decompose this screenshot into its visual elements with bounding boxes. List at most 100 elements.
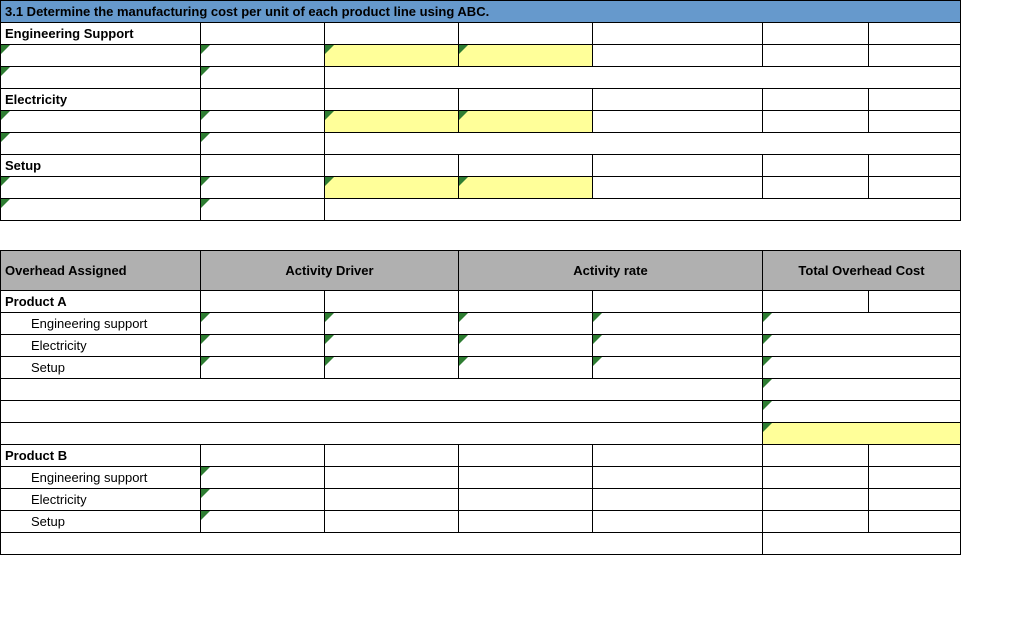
input-marker-icon (201, 199, 210, 208)
setup-r2-c1[interactable] (1, 199, 201, 221)
pa-setup-label: Setup (1, 357, 201, 379)
input-marker-icon (763, 379, 772, 388)
pa-eng-label: Engineering support (1, 313, 201, 335)
pa-setup-c5[interactable] (593, 357, 763, 379)
setup-label: Setup (1, 155, 201, 177)
pa-setup-c4[interactable] (459, 357, 593, 379)
eng-r2-c2[interactable] (201, 67, 325, 89)
pb-setup-c2[interactable] (201, 511, 325, 533)
setup-row2 (1, 199, 961, 221)
product-b-eng: Engineering support (1, 467, 961, 489)
input-marker-icon (325, 177, 334, 186)
pa-elec-c6[interactable] (763, 335, 961, 357)
input-marker-icon (201, 67, 210, 76)
question-title: 3.1 Determine the manufacturing cost per… (1, 1, 961, 23)
pa-eng-c5[interactable] (593, 313, 763, 335)
eng-r2-c1[interactable] (1, 67, 201, 89)
input-marker-icon (459, 335, 468, 344)
input-marker-icon (1, 133, 10, 142)
input-marker-icon (459, 177, 468, 186)
pa-elec-c4[interactable] (459, 335, 593, 357)
pa-blank1 (1, 379, 961, 401)
setup-row1 (1, 177, 961, 199)
hdr-activity-driver: Activity Driver (201, 251, 459, 291)
pa-total-3[interactable] (763, 423, 961, 445)
product-a-label: Product A (1, 291, 201, 313)
electricity-label: Electricity (1, 89, 201, 111)
elec-r1-c3[interactable] (325, 111, 459, 133)
setup-r1-c4[interactable] (459, 177, 593, 199)
question-title-row: 3.1 Determine the manufacturing cost per… (1, 1, 961, 23)
electricity-row2 (1, 133, 961, 155)
elec-r1-c4[interactable] (459, 111, 593, 133)
product-a-setup: Setup (1, 357, 961, 379)
input-marker-icon (201, 467, 210, 476)
input-marker-icon (459, 111, 468, 120)
input-marker-icon (1, 67, 10, 76)
electricity-row1 (1, 111, 961, 133)
input-marker-icon (201, 177, 210, 186)
input-marker-icon (201, 45, 210, 54)
input-marker-icon (763, 423, 772, 432)
input-marker-icon (325, 335, 334, 344)
pa-setup-c3[interactable] (325, 357, 459, 379)
setup-r1-c2[interactable] (201, 177, 325, 199)
pa-blank3 (1, 423, 961, 445)
input-marker-icon (763, 313, 772, 322)
eng-r1-c1[interactable] (1, 45, 201, 67)
input-marker-icon (763, 401, 772, 410)
eng-support-header-row: Engineering Support (1, 23, 961, 45)
pb-elec-c2[interactable] (201, 489, 325, 511)
hdr-total-overhead: Total Overhead Cost (763, 251, 961, 291)
input-marker-icon (201, 357, 210, 366)
input-marker-icon (593, 357, 602, 366)
input-marker-icon (1, 111, 10, 120)
pb-eng-label: Engineering support (1, 467, 201, 489)
pa-eng-c3[interactable] (325, 313, 459, 335)
pa-elec-c5[interactable] (593, 335, 763, 357)
product-b-elec: Electricity (1, 489, 961, 511)
pa-setup-c2[interactable] (201, 357, 325, 379)
setup-r1-c1[interactable] (1, 177, 201, 199)
pa-total-1[interactable] (763, 379, 961, 401)
elec-r2-c1[interactable] (1, 133, 201, 155)
pa-elec-label: Electricity (1, 335, 201, 357)
eng-r1-c2[interactable] (201, 45, 325, 67)
input-marker-icon (325, 313, 334, 322)
assigned-header-row: Overhead Assigned Activity Driver Activi… (1, 251, 961, 291)
product-a-eng: Engineering support (1, 313, 961, 335)
eng-support-row2 (1, 67, 961, 89)
input-marker-icon (201, 111, 210, 120)
pa-eng-c6[interactable] (763, 313, 961, 335)
pa-setup-c6[interactable] (763, 357, 961, 379)
pa-eng-c4[interactable] (459, 313, 593, 335)
input-marker-icon (459, 357, 468, 366)
input-marker-icon (201, 511, 210, 520)
input-marker-icon (201, 133, 210, 142)
eng-r1-c4[interactable] (459, 45, 593, 67)
hdr-overhead-assigned: Overhead Assigned (1, 251, 201, 291)
pa-elec-c2[interactable] (201, 335, 325, 357)
setup-r1-c3[interactable] (325, 177, 459, 199)
product-a-header: Product A (1, 291, 961, 313)
pa-total-2[interactable] (763, 401, 961, 423)
input-marker-icon (459, 45, 468, 54)
input-marker-icon (1, 199, 10, 208)
setup-r2-c2[interactable] (201, 199, 325, 221)
input-marker-icon (459, 313, 468, 322)
input-marker-icon (1, 45, 10, 54)
input-marker-icon (1, 177, 10, 186)
input-marker-icon (763, 335, 772, 344)
pb-eng-c2[interactable] (201, 467, 325, 489)
product-b-label: Product B (1, 445, 201, 467)
pb-setup-label: Setup (1, 511, 201, 533)
elec-r1-c1[interactable] (1, 111, 201, 133)
hdr-activity-rate: Activity rate (459, 251, 763, 291)
elec-r1-c2[interactable] (201, 111, 325, 133)
eng-r1-c3[interactable] (325, 45, 459, 67)
input-marker-icon (201, 335, 210, 344)
elec-r2-c2[interactable] (201, 133, 325, 155)
eng-support-row1 (1, 45, 961, 67)
pa-elec-c3[interactable] (325, 335, 459, 357)
pa-eng-c2[interactable] (201, 313, 325, 335)
